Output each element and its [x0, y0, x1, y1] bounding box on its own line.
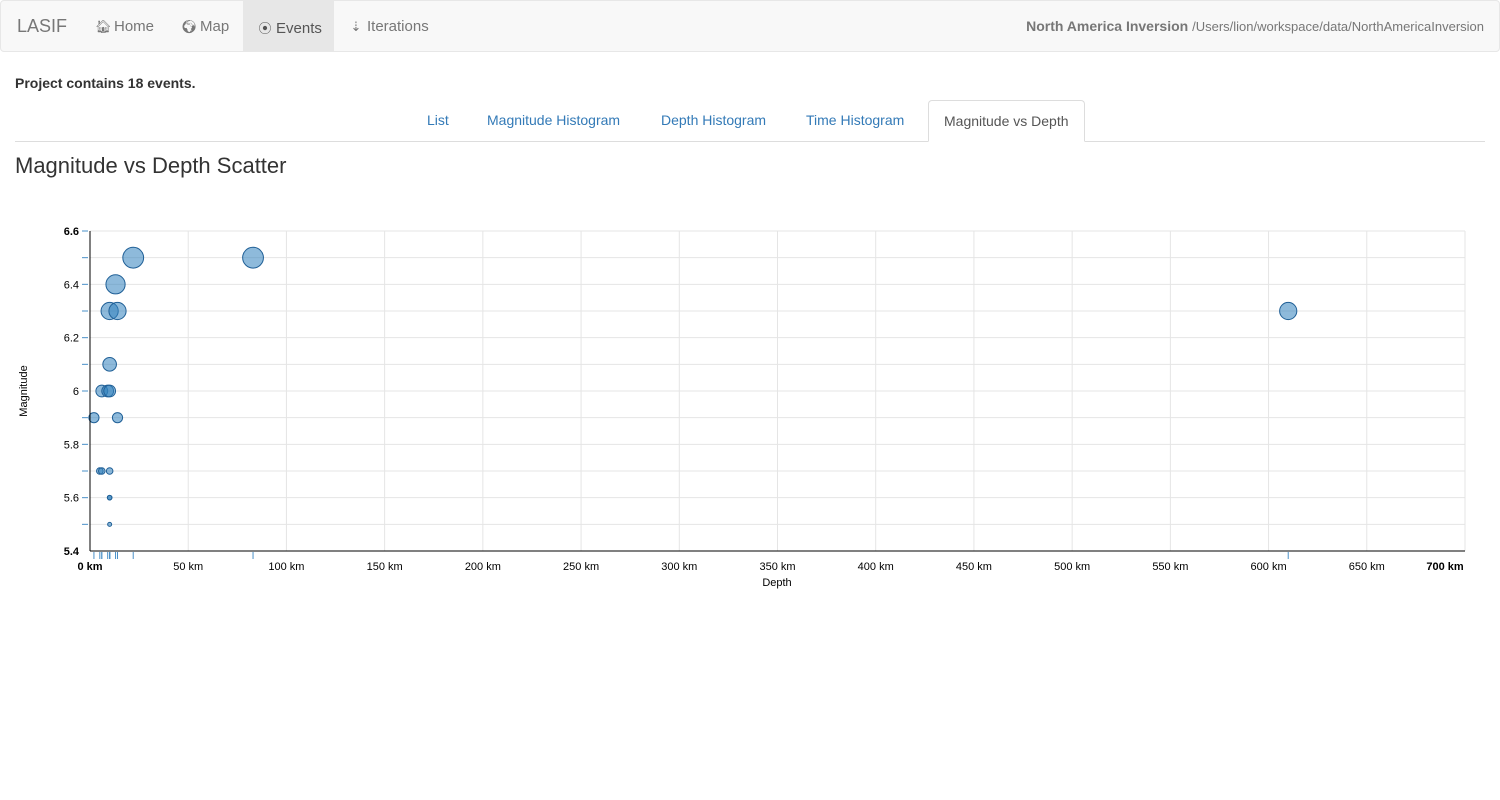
sort-icon: ⇣ — [350, 19, 362, 34]
top-navbar: LASIF 🏠︎ Home 🌍︎ Map ⦿ Events ⇣ Iterations N… — [0, 0, 1500, 52]
tab-magnitude-histogram[interactable]: Magnitude Histogram — [472, 100, 635, 142]
x-tick-label: 350 km — [759, 561, 795, 573]
x-tick-label: 400 km — [858, 561, 894, 573]
data-point — [111, 412, 124, 424]
x-axis-label: Depth — [762, 577, 791, 589]
data-point — [1279, 301, 1298, 321]
x-tick-label: 700 km — [1426, 561, 1464, 573]
data-point — [122, 246, 145, 269]
y-tick-label: 6.2 — [64, 333, 79, 345]
data-point — [242, 246, 264, 269]
y-tick-label: 6 — [73, 386, 79, 398]
x-tick-label: 600 km — [1251, 561, 1287, 573]
data-point — [105, 274, 126, 295]
project-path: /Users/lion/workspace/data/NorthAmericaI… — [1192, 19, 1484, 34]
data-point — [103, 384, 117, 398]
tab-time-histogram[interactable]: Time Histogram — [791, 100, 919, 142]
chart-title: Magnitude vs Depth Scatter — [15, 153, 287, 178]
nav-iterations-label: Iterations — [367, 18, 429, 35]
project-info: North America Inversion /Users/lion/work… — [1026, 18, 1484, 34]
scatter-chart: 0 km 50 km 100 km 150 km 200 km 250 km 300 km 3… — [18, 226, 1466, 589]
nav-map-label: Map — [200, 18, 230, 35]
tab-magnitude-vs-depth[interactable]: Magnitude vs Depth — [928, 100, 1085, 142]
y-axis-label: Magnitude — [18, 365, 30, 416]
event-count-summary: Project contains 18 events. — [15, 75, 196, 91]
record-icon: ⦿ — [258, 21, 272, 36]
chart-axes: 0 km 50 km 100 km 150 km 200 km 250 km 300 km 3… — [64, 226, 1465, 573]
data-point — [108, 301, 127, 321]
chart-rug — [82, 230, 1289, 559]
data-point — [97, 467, 106, 475]
x-tick-label: 450 km — [956, 561, 992, 573]
nav-map[interactable]: 🌍︎ Map — [167, 1, 243, 51]
x-tick-label: 100 km — [268, 561, 304, 573]
nav-iterations[interactable]: ⇣ Iterations — [334, 1, 443, 51]
y-tick-label: 6.6 — [64, 226, 79, 238]
x-tick-label: 0 km — [77, 561, 102, 573]
y-tick-label: 5.4 — [64, 546, 80, 558]
x-tick-label: 200 km — [465, 561, 501, 573]
y-tick-label: 5.8 — [64, 439, 79, 451]
x-tick-label: 650 km — [1349, 561, 1385, 573]
x-tick-label: 250 km — [563, 561, 599, 573]
x-tick-label: 500 km — [1054, 561, 1090, 573]
nav-home-label: Home — [114, 18, 155, 35]
nav-events[interactable]: ⦿ Events — [243, 1, 334, 51]
y-tick-label: 5.6 — [64, 493, 79, 505]
x-tick-label: 150 km — [367, 561, 403, 573]
nav-home[interactable]: 🏠︎ Home — [81, 1, 168, 51]
data-point — [102, 357, 117, 372]
tab-depth-histogram[interactable]: Depth Histogram — [646, 100, 781, 142]
chart-grid — [90, 230, 1466, 551]
data-point — [105, 467, 114, 475]
nav-events-label: Events — [276, 20, 322, 37]
globe-icon: 🌍︎ — [181, 19, 198, 34]
x-tick-label: 300 km — [661, 561, 697, 573]
home-icon: 🏠︎ — [95, 19, 112, 34]
x-tick-label: 50 km — [173, 561, 203, 573]
brand-logo[interactable]: LASIF — [17, 16, 67, 37]
x-tick-label: 550 km — [1152, 561, 1188, 573]
y-tick-label: 6.4 — [64, 279, 79, 291]
data-point — [107, 521, 113, 527]
chart-points — [88, 246, 1298, 527]
data-point — [106, 494, 113, 501]
project-name: North America Inversion — [1026, 18, 1189, 34]
tab-list[interactable]: List — [412, 100, 464, 142]
